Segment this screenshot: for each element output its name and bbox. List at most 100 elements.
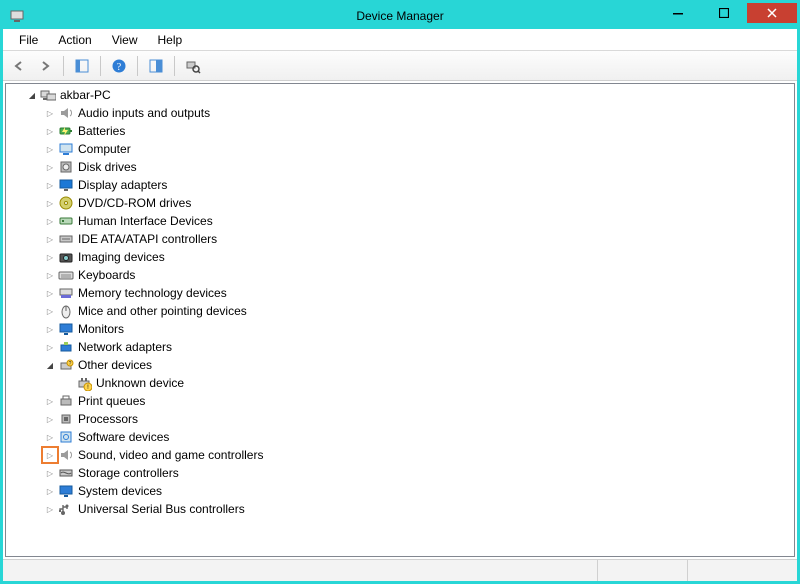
- tree-row[interactable]: Computer: [6, 140, 794, 158]
- back-button[interactable]: [7, 54, 31, 78]
- tree-row[interactable]: Universal Serial Bus controllers: [6, 500, 794, 518]
- device-tree-pane[interactable]: akbar-PC Audio inputs and outputs Batterie…: [5, 83, 795, 557]
- expand-icon[interactable]: [42, 123, 58, 139]
- tree-row[interactable]: Disk drives: [6, 158, 794, 176]
- imaging-icon: [58, 249, 74, 265]
- expand-icon[interactable]: [42, 267, 58, 283]
- tree-row[interactable]: !Unknown device: [6, 374, 794, 392]
- printer-icon: [58, 393, 74, 409]
- audio-icon: [58, 105, 74, 121]
- menu-help[interactable]: Help: [148, 31, 193, 49]
- tree-item-label: Human Interface Devices: [78, 214, 213, 228]
- expand-icon[interactable]: [42, 249, 58, 265]
- expand-icon[interactable]: [42, 447, 58, 463]
- tree-item-label: Computer: [78, 142, 131, 156]
- expand-icon[interactable]: [42, 411, 58, 427]
- tree-item-label: akbar-PC: [60, 88, 111, 102]
- expand-icon[interactable]: [42, 231, 58, 247]
- tree-row[interactable]: Human Interface Devices: [6, 212, 794, 230]
- expand-icon[interactable]: [42, 213, 58, 229]
- expand-icon[interactable]: [42, 177, 58, 193]
- expand-icon[interactable]: [42, 321, 58, 337]
- minimize-button[interactable]: [655, 3, 701, 23]
- expand-icon[interactable]: [42, 285, 58, 301]
- tree-item-label: Other devices: [78, 358, 152, 372]
- svg-text:?: ?: [117, 62, 122, 73]
- tree-item-label: Network adapters: [78, 340, 172, 354]
- tree-item-label: Monitors: [78, 322, 124, 336]
- menu-file[interactable]: File: [9, 31, 48, 49]
- tree-row[interactable]: Sound, video and game controllers: [6, 446, 794, 464]
- disk-icon: [58, 159, 74, 175]
- expand-icon[interactable]: [42, 429, 58, 445]
- show-hide-tree-button[interactable]: [70, 54, 94, 78]
- tree-row[interactable]: Keyboards: [6, 266, 794, 284]
- maximize-button[interactable]: [701, 3, 747, 23]
- monitor-icon: [58, 321, 74, 337]
- actions-button[interactable]: [144, 54, 168, 78]
- tree-row[interactable]: Mice and other pointing devices: [6, 302, 794, 320]
- separator: [174, 56, 175, 76]
- svg-text:?: ?: [69, 361, 72, 367]
- keyboard-icon: [58, 267, 74, 283]
- tree-item-label: Imaging devices: [78, 250, 165, 264]
- expand-icon[interactable]: [42, 483, 58, 499]
- tree-item-label: Sound, video and game controllers: [78, 448, 263, 462]
- tree-row[interactable]: Monitors: [6, 320, 794, 338]
- tree-row[interactable]: System devices: [6, 482, 794, 500]
- expand-icon[interactable]: [42, 159, 58, 175]
- separator: [100, 56, 101, 76]
- tree-row[interactable]: DVD/CD-ROM drives: [6, 194, 794, 212]
- expand-icon[interactable]: [42, 393, 58, 409]
- tree-row[interactable]: akbar-PC: [6, 86, 794, 104]
- help-button[interactable]: ?: [107, 54, 131, 78]
- expand-icon[interactable]: [42, 339, 58, 355]
- tree-item-label: Audio inputs and outputs: [78, 106, 210, 120]
- expand-icon[interactable]: [42, 465, 58, 481]
- tree-row[interactable]: Print queues: [6, 392, 794, 410]
- tree-row[interactable]: Batteries: [6, 122, 794, 140]
- tree-item-label: Display adapters: [78, 178, 167, 192]
- menu-view[interactable]: View: [102, 31, 148, 49]
- collapse-icon[interactable]: [24, 87, 40, 103]
- expand-icon[interactable]: [42, 303, 58, 319]
- tree-row[interactable]: ? Other devices: [6, 356, 794, 374]
- tree-item-label: Disk drives: [78, 160, 137, 174]
- tree-item-label: Universal Serial Bus controllers: [78, 502, 245, 516]
- tree-row[interactable]: Audio inputs and outputs: [6, 104, 794, 122]
- scan-hardware-button[interactable]: [181, 54, 205, 78]
- close-button[interactable]: [747, 3, 797, 23]
- tree-row[interactable]: Imaging devices: [6, 248, 794, 266]
- tree-item-label: IDE ATA/ATAPI controllers: [78, 232, 217, 246]
- battery-icon: [58, 123, 74, 139]
- tree-row[interactable]: Display adapters: [6, 176, 794, 194]
- tree-row[interactable]: IDE ATA/ATAPI controllers: [6, 230, 794, 248]
- tree-row[interactable]: Storage controllers: [6, 464, 794, 482]
- system-icon: [58, 483, 74, 499]
- window-controls: [655, 3, 797, 23]
- hid-icon: [58, 213, 74, 229]
- expand-icon[interactable]: [42, 105, 58, 121]
- status-segment: [3, 560, 597, 581]
- usb-icon: [58, 501, 74, 517]
- tree-item-label: Mice and other pointing devices: [78, 304, 247, 318]
- expand-icon[interactable]: [42, 141, 58, 157]
- menu-action[interactable]: Action: [48, 31, 101, 49]
- software-icon: [58, 429, 74, 445]
- unknown-icon: !: [76, 375, 92, 391]
- status-bar: [3, 559, 797, 581]
- expand-icon[interactable]: [42, 501, 58, 517]
- collapse-icon[interactable]: [42, 357, 58, 373]
- tree-row[interactable]: Memory technology devices: [6, 284, 794, 302]
- app-icon: [9, 8, 25, 24]
- computer-icon: [58, 141, 74, 157]
- tree-row[interactable]: Network adapters: [6, 338, 794, 356]
- dvd-icon: [58, 195, 74, 211]
- forward-button[interactable]: [33, 54, 57, 78]
- tree-item-label: Storage controllers: [78, 466, 179, 480]
- status-segment: [687, 560, 797, 581]
- mouse-icon: [58, 303, 74, 319]
- tree-row[interactable]: Software devices: [6, 428, 794, 446]
- expand-icon[interactable]: [42, 195, 58, 211]
- tree-row[interactable]: Processors: [6, 410, 794, 428]
